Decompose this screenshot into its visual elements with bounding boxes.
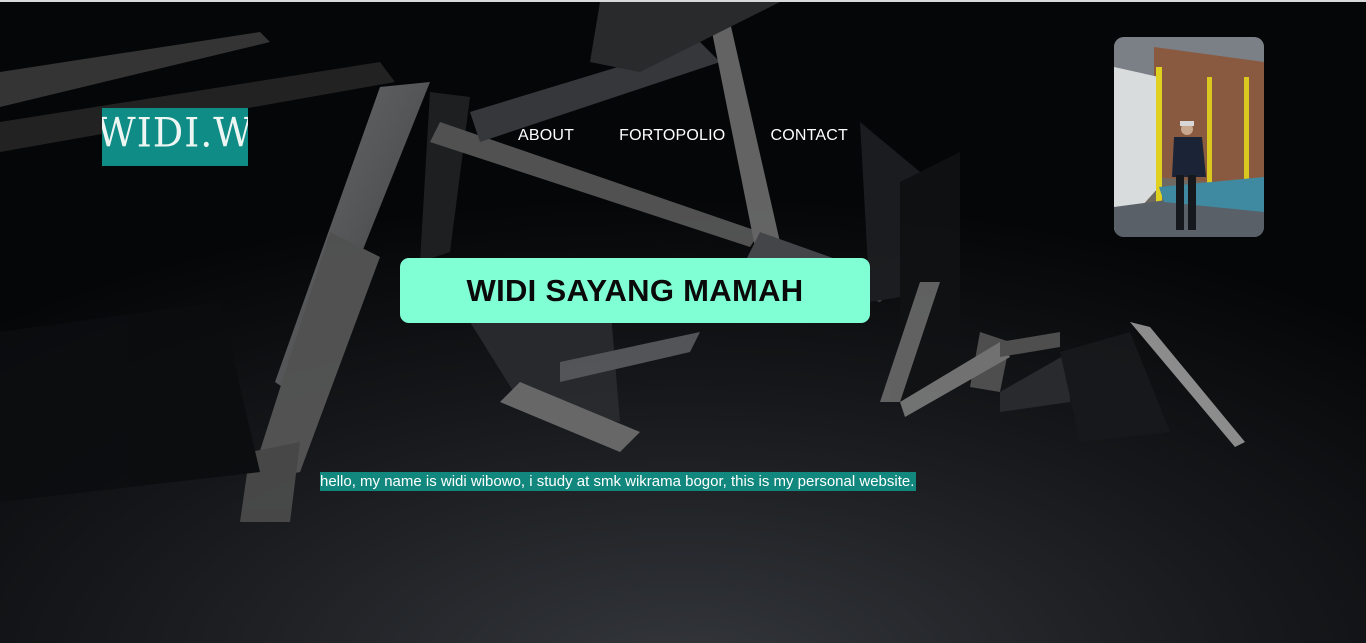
nav-link-fortopolio[interactable]: FORTOPOLIO <box>619 127 725 145</box>
hero-title: WIDI SAYANG MAMAH <box>466 272 804 308</box>
site-logo[interactable]: WIDI.W <box>102 108 248 166</box>
hero-banner: WIDI SAYANG MAMAH <box>400 258 870 323</box>
nav-link-contact[interactable]: CONTACT <box>770 127 848 145</box>
profile-photo-image <box>1114 37 1264 237</box>
nav-link-about[interactable]: ABOUT <box>518 127 574 145</box>
main-nav: ABOUT FORTOPOLIO CONTACT <box>518 127 848 145</box>
profile-photo <box>1114 37 1264 237</box>
logo-text: WIDI.W <box>102 109 248 157</box>
intro-text: hello, my name is widi wibowo, i study a… <box>320 472 917 491</box>
